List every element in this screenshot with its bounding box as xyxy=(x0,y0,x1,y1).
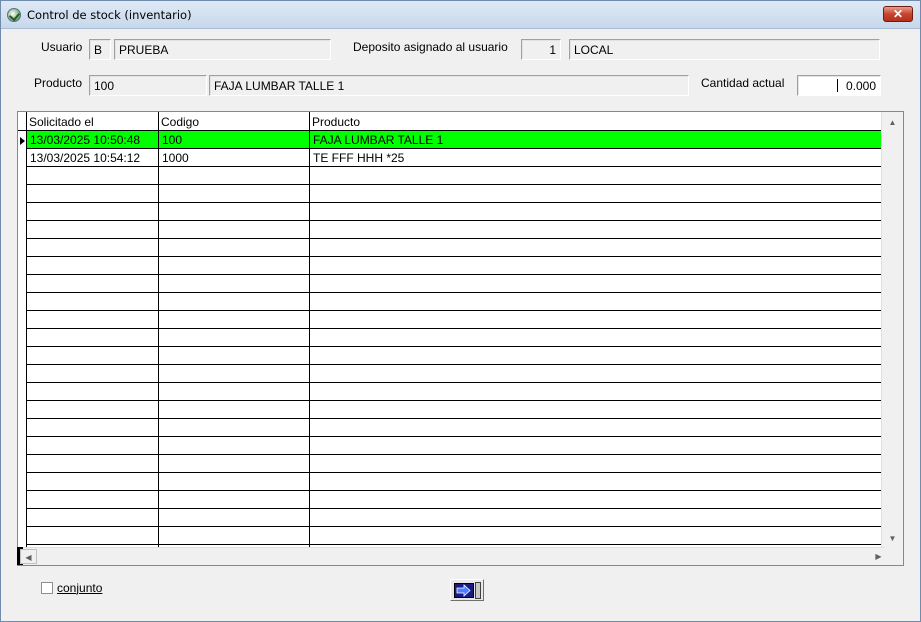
producto-label: Producto xyxy=(34,76,83,90)
empty-table-row[interactable] xyxy=(18,239,881,257)
empty-table-row[interactable] xyxy=(18,347,881,365)
empty-table-row[interactable] xyxy=(18,203,881,221)
app-icon xyxy=(7,8,21,22)
size-grip xyxy=(885,547,903,565)
table-row[interactable]: 13/03/2025 10:54:12 1000 TE FFF HHH *25 xyxy=(18,149,881,167)
title-bar[interactable]: Control de stock (inventario) ✕ xyxy=(1,1,920,29)
empty-table-row[interactable] xyxy=(18,455,881,473)
cell-producto: TE FFF HHH *25 xyxy=(313,151,405,165)
row-indicator-column xyxy=(18,131,27,547)
cantidad-value: 0.000 xyxy=(845,79,876,93)
empty-table-row[interactable] xyxy=(18,221,881,239)
column-divider xyxy=(158,131,159,547)
empty-table-row[interactable] xyxy=(18,311,881,329)
table-row[interactable]: 13/03/2025 10:50:48 100 FAJA LUMBAR TALL… xyxy=(18,131,881,149)
usuario-name-field[interactable]: PRUEBA xyxy=(114,39,331,60)
grid-header-corner xyxy=(18,112,27,130)
empty-table-row[interactable] xyxy=(18,509,881,527)
cantidad-actual-field[interactable]: 0.000 xyxy=(797,75,881,96)
empty-table-row[interactable] xyxy=(18,275,881,293)
horizontal-scrollbar[interactable]: ◀ ▶ xyxy=(17,547,903,565)
vertical-scrollbar[interactable]: ▲ ▼ xyxy=(881,112,903,549)
current-row-indicator-icon xyxy=(20,137,25,145)
empty-table-row[interactable] xyxy=(18,491,881,509)
usuario-label: Usuario xyxy=(41,40,83,54)
cell-solicitado: 13/03/2025 10:50:48 xyxy=(30,133,141,147)
exit-button[interactable] xyxy=(450,579,484,601)
cantidad-label: Cantidad actual xyxy=(701,76,785,90)
scroll-up-icon[interactable]: ▲ xyxy=(884,114,901,131)
requests-grid[interactable]: Solicitado el Codigo Producto 13/03/2025… xyxy=(17,111,904,566)
main-window: Control de stock (inventario) ✕ Usuario … xyxy=(0,0,921,622)
empty-table-row[interactable] xyxy=(18,437,881,455)
deposito-name-field[interactable]: LOCAL xyxy=(569,39,880,60)
scroll-down-icon[interactable]: ▼ xyxy=(884,530,901,547)
column-divider xyxy=(309,131,310,547)
empty-table-row[interactable] xyxy=(18,527,881,545)
producto-name-field[interactable]: FAJA LUMBAR TALLE 1 xyxy=(209,75,689,96)
text-cursor xyxy=(837,79,838,92)
empty-table-row[interactable] xyxy=(18,401,881,419)
empty-table-row[interactable] xyxy=(18,185,881,203)
conjunto-label[interactable]: conjunto xyxy=(57,581,102,595)
empty-table-row[interactable] xyxy=(18,419,881,437)
column-header-solicitado[interactable]: Solicitado el xyxy=(27,112,159,130)
deposito-label: Deposito asignado al usuario xyxy=(353,40,508,54)
conjunto-checkbox[interactable] xyxy=(41,582,53,594)
cell-codigo: 100 xyxy=(162,133,183,147)
empty-table-row[interactable] xyxy=(18,329,881,347)
close-button[interactable]: ✕ xyxy=(883,6,913,22)
column-header-codigo[interactable]: Codigo xyxy=(159,112,310,130)
empty-table-row[interactable] xyxy=(18,167,881,185)
empty-table-row[interactable] xyxy=(18,365,881,383)
door-icon xyxy=(475,582,481,599)
cell-producto: FAJA LUMBAR TALLE 1 xyxy=(313,133,444,147)
cell-codigo: 1000 xyxy=(162,151,189,165)
window-title: Control de stock (inventario) xyxy=(27,8,192,22)
grid-rows: 13/03/2025 10:50:48 100 FAJA LUMBAR TALL… xyxy=(18,131,881,547)
empty-table-row[interactable] xyxy=(18,383,881,401)
scroll-left-icon[interactable]: ◀ xyxy=(20,549,37,564)
cell-solicitado: 13/03/2025 10:54:12 xyxy=(30,151,141,165)
exit-door-icon xyxy=(454,583,474,598)
empty-table-row[interactable] xyxy=(18,473,881,491)
empty-table-row[interactable] xyxy=(18,293,881,311)
grid-header: Solicitado el Codigo Producto xyxy=(18,112,881,131)
producto-code-field[interactable]: 100 xyxy=(89,75,207,96)
usuario-code-field[interactable]: B xyxy=(89,39,111,60)
column-header-producto[interactable]: Producto xyxy=(310,112,881,130)
deposito-code-field[interactable]: 1 xyxy=(521,39,561,60)
empty-table-row[interactable] xyxy=(18,257,881,275)
